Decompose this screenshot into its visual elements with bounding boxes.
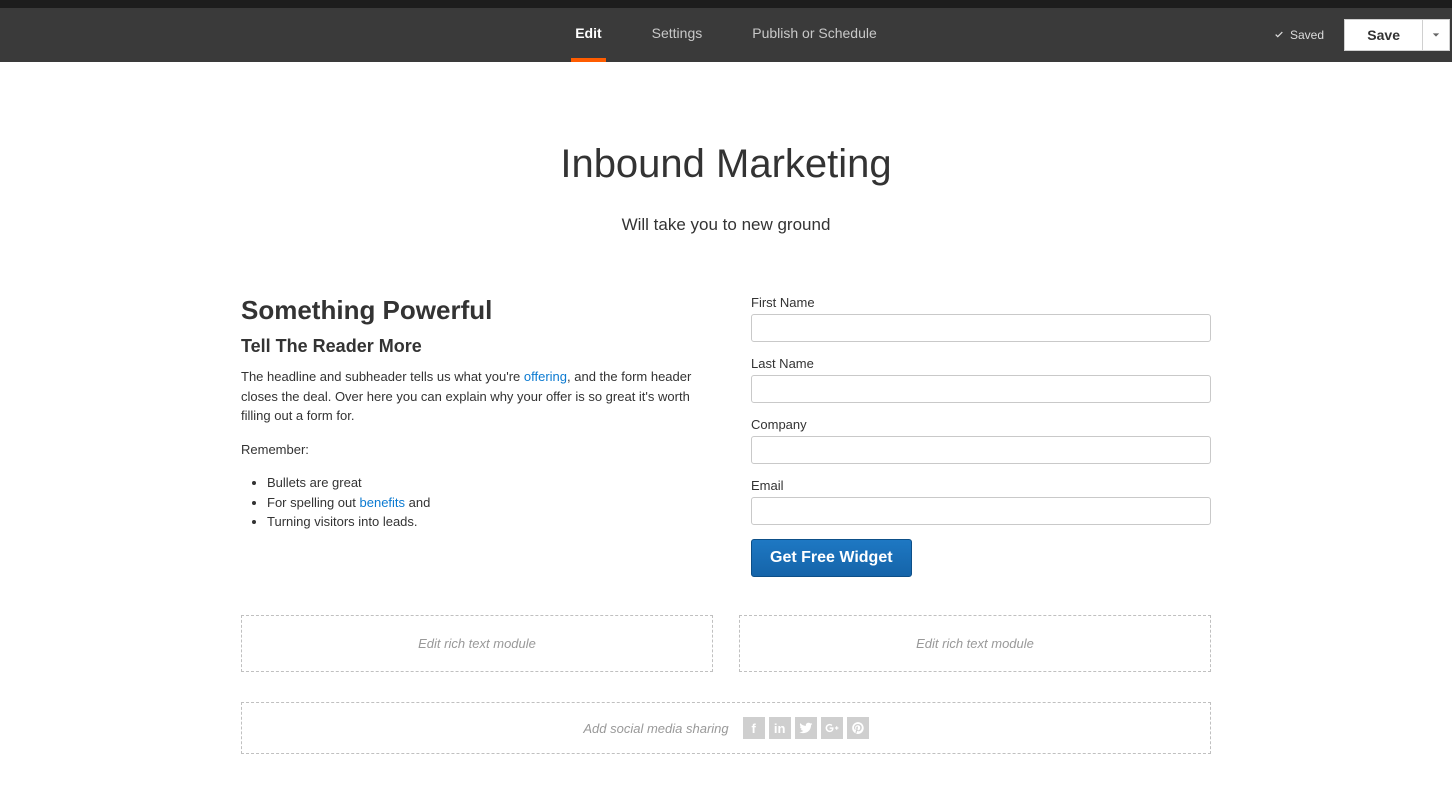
form-field-email: Email — [751, 478, 1211, 525]
tab-publish[interactable]: Publish or Schedule — [748, 8, 881, 62]
remember-label: Remember: — [241, 440, 699, 460]
first-name-input[interactable] — [751, 314, 1211, 342]
form-field-first-name: First Name — [751, 295, 1211, 342]
offering-link[interactable]: offering — [524, 369, 567, 384]
editor-header: Edit Settings Publish or Schedule Saved … — [0, 8, 1452, 62]
list-item: Bullets are great — [267, 473, 699, 493]
twitter-icon — [795, 717, 817, 739]
rich-text-modules-row: Edit rich text module Edit rich text mod… — [241, 615, 1211, 672]
social-icons: f in — [743, 717, 869, 739]
pinterest-icon — [847, 717, 869, 739]
editor-tabs: Edit Settings Publish or Schedule — [571, 8, 881, 62]
page-title[interactable]: Inbound Marketing — [241, 142, 1211, 187]
rich-text-module-right[interactable]: Edit rich text module — [739, 615, 1211, 672]
text: and — [405, 495, 430, 510]
googleplus-icon — [821, 717, 843, 739]
content-column[interactable]: Something Powerful Tell The Reader More … — [241, 295, 699, 577]
email-input[interactable] — [751, 497, 1211, 525]
facebook-icon: f — [743, 717, 765, 739]
saved-label: Saved — [1290, 28, 1324, 42]
social-sharing-module[interactable]: Add social media sharing f in — [241, 702, 1211, 754]
form-field-last-name: Last Name — [751, 356, 1211, 403]
caret-down-icon — [1432, 31, 1440, 39]
save-dropdown-button[interactable] — [1422, 19, 1450, 51]
list-item: For spelling out benefits and — [267, 493, 699, 513]
content-paragraph: The headline and subheader tells us what… — [241, 367, 699, 426]
social-label: Add social media sharing — [583, 721, 728, 736]
tab-settings[interactable]: Settings — [648, 8, 707, 62]
last-name-label: Last Name — [751, 356, 1211, 371]
content-subheading: Tell The Reader More — [241, 336, 699, 357]
page: Inbound Marketing Will take you to new g… — [241, 62, 1211, 794]
bullet-list: Bullets are great For spelling out benef… — [241, 473, 699, 532]
top-thin-bar — [0, 0, 1452, 8]
email-label: Email — [751, 478, 1211, 493]
list-item: Turning visitors into leads. — [267, 512, 699, 532]
tab-edit[interactable]: Edit — [571, 8, 605, 62]
hero-section: Inbound Marketing Will take you to new g… — [241, 62, 1211, 295]
text: For spelling out — [267, 495, 360, 510]
save-button[interactable]: Save — [1344, 19, 1422, 51]
saved-status: Saved — [1274, 8, 1324, 62]
submit-button[interactable]: Get Free Widget — [751, 539, 912, 577]
content-heading: Something Powerful — [241, 295, 699, 326]
save-button-group: Save — [1344, 19, 1450, 51]
rich-text-module-left[interactable]: Edit rich text module — [241, 615, 713, 672]
two-column-layout: Something Powerful Tell The Reader More … — [241, 295, 1211, 577]
last-name-input[interactable] — [751, 375, 1211, 403]
linkedin-icon: in — [769, 717, 791, 739]
company-label: Company — [751, 417, 1211, 432]
form-field-company: Company — [751, 417, 1211, 464]
text: The headline and subheader tells us what… — [241, 369, 524, 384]
page-subtitle[interactable]: Will take you to new ground — [241, 215, 1211, 235]
check-icon — [1274, 30, 1284, 40]
form-column: First Name Last Name Company Email Get F… — [751, 295, 1211, 577]
company-input[interactable] — [751, 436, 1211, 464]
benefits-link[interactable]: benefits — [360, 495, 406, 510]
first-name-label: First Name — [751, 295, 1211, 310]
